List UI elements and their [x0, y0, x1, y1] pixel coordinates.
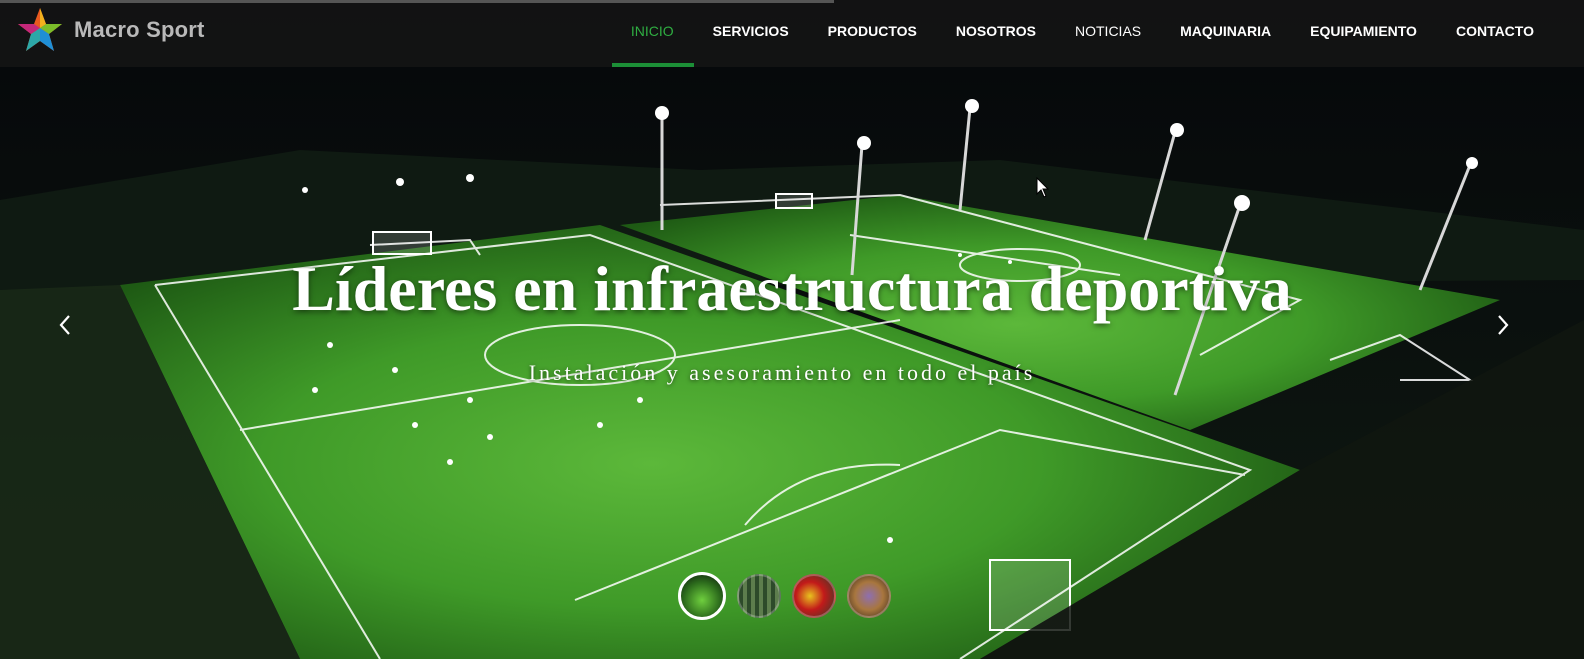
nav-item-inicio[interactable]: INICIO [611, 0, 694, 67]
nav-item-equipamiento[interactable]: EQUIPAMIENTO [1310, 0, 1417, 67]
slide-headline: Líderes en infraestructura deportiva [292, 253, 1292, 324]
brand-logo[interactable]: Macro Sport [16, 6, 205, 54]
mouse-cursor-icon [1036, 177, 1050, 198]
hero-slider [0, 0, 1584, 659]
next-slide-button[interactable] [1488, 310, 1518, 340]
slide-thumbnail-1[interactable] [678, 572, 726, 620]
slide-thumbnails [678, 572, 902, 620]
star-logo-icon [18, 8, 62, 51]
nav-item-contacto[interactable]: CONTACTO [1456, 0, 1534, 67]
prev-slide-button[interactable] [50, 310, 80, 340]
nav-item-productos[interactable]: PRODUCTOS [828, 0, 917, 67]
brand-name: Macro Sport [74, 17, 205, 42]
nav-item-maquinaria[interactable]: MAQUINARIA [1180, 0, 1271, 67]
slide-thumbnail-2[interactable] [737, 574, 781, 618]
chevron-right-icon [1498, 315, 1509, 335]
nav-item-servicios[interactable]: SERVICIOS [713, 0, 789, 67]
slide-subline: Instalación y asesoramiento en todo el p… [528, 360, 1036, 385]
nav-item-nosotros[interactable]: NOSOTROS [956, 0, 1036, 67]
slide-thumbnail-4[interactable] [847, 574, 891, 618]
nav-item-noticias[interactable]: NOTICIAS [1075, 0, 1141, 67]
chevron-left-icon [59, 315, 70, 335]
slide-thumbnail-3[interactable] [792, 574, 836, 618]
stadium-image [0, 0, 1584, 659]
main-nav: INICIO SERVICIOS PRODUCTOS NOSOTROS NOTI… [592, 0, 1534, 67]
